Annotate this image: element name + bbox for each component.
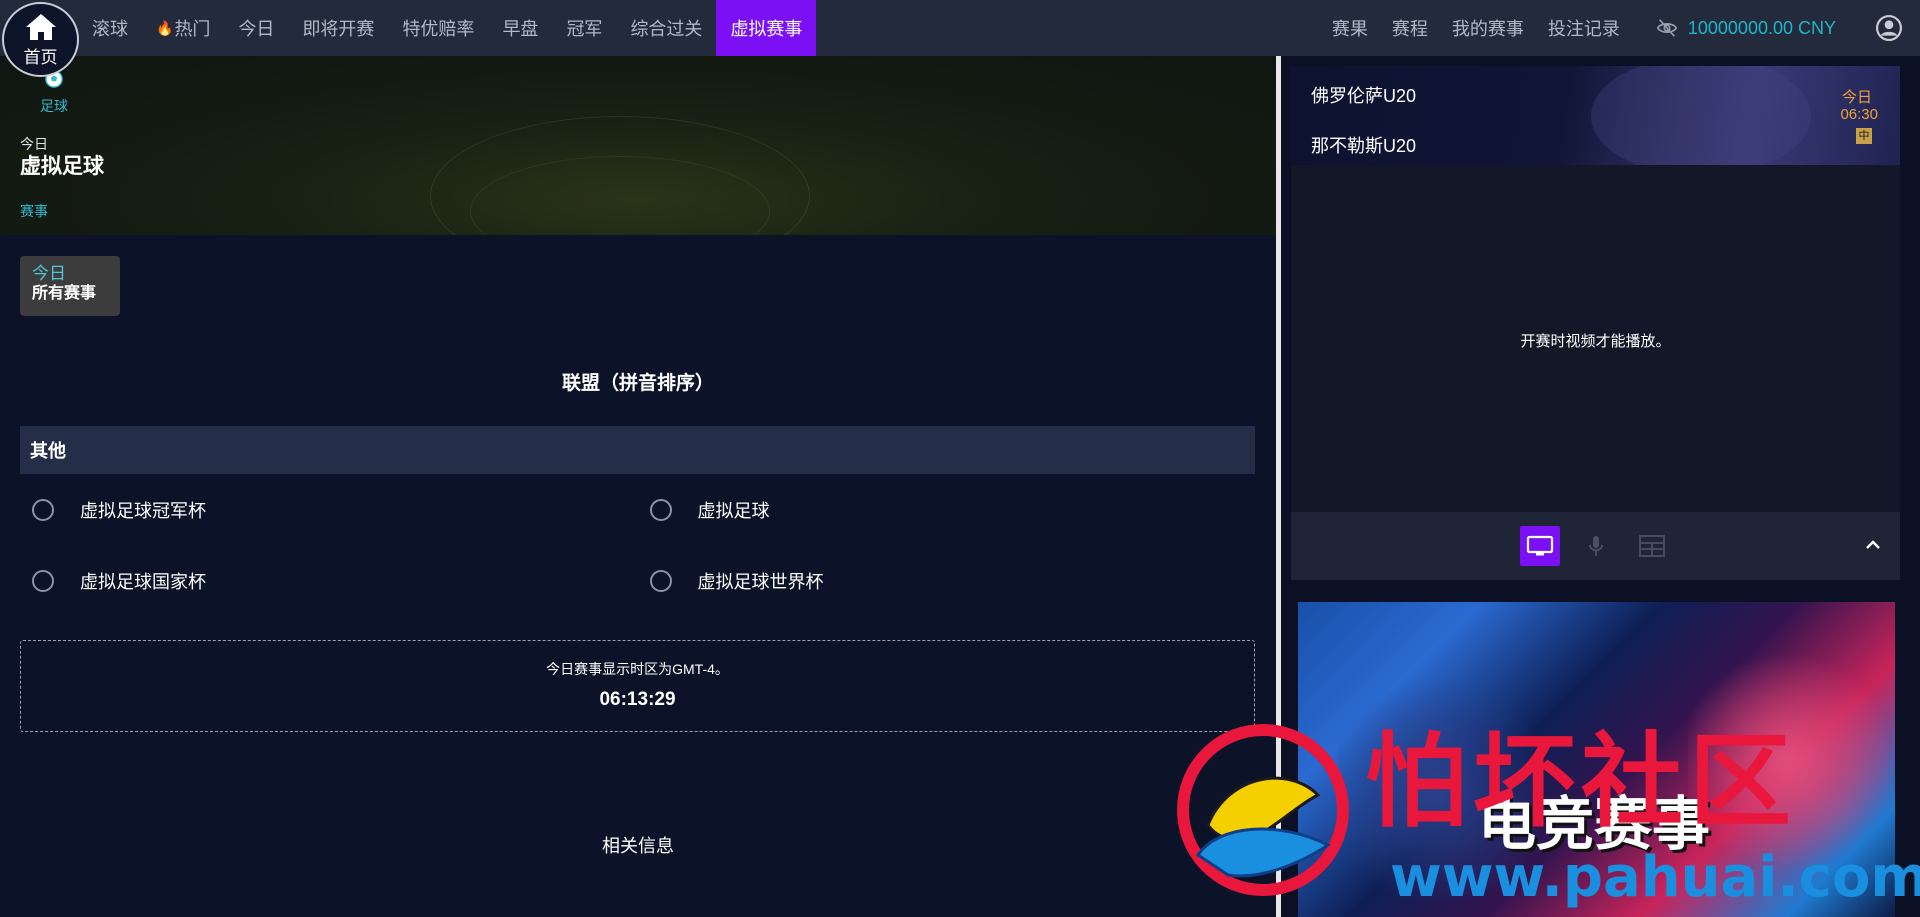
sport-tab-label: 足球 [40,98,68,114]
nav-label: 即将开赛 [302,19,375,39]
nav-label: 热门 [174,19,211,39]
current-time: 06:13:29 [599,689,676,710]
monitor-icon [1526,535,1553,556]
nav-item-hot[interactable]: 🔥 热门 [142,0,224,56]
filter-day: 今日 [32,264,66,283]
nav-label: 我的赛事 [1451,19,1524,39]
balance-display: 10000000.00 CNY [1687,17,1836,38]
nav-item-boosted-odds[interactable]: 特优赔率 [388,0,488,56]
chevron-up-icon[interactable] [1862,534,1884,556]
nav-item-live[interactable]: 滚球 [78,0,142,56]
events-link[interactable]: 赛事 [20,201,48,221]
promo-banner[interactable]: 电竞赛事 [1298,602,1895,917]
page-title: 虚拟足球 [20,155,104,178]
league-name: 虚拟足球世界杯 [697,571,824,592]
league-group-header[interactable]: 其他 [20,426,1255,474]
nav-left: 滚球 🔥 热门 今日 即将开赛 特优赔率 早盘 冠军 综合过关 虚拟赛事 [78,0,817,56]
nav-label: 投注记录 [1547,19,1620,39]
nav-label: 今日 [238,19,275,39]
nav-item-upcoming[interactable]: 即将开赛 [288,0,388,56]
league-name: 虚拟足球冠军杯 [80,500,206,521]
away-team: 那不勒斯U20 [1311,136,1417,156]
main-content: 足球 今日 虚拟足球 赛事 今日 所有赛事 联盟（拼音排序） 其他 虚拟足球冠军… [0,56,1276,917]
league-heading: 联盟（拼音排序） [561,373,714,394]
top-nav: 滚球 🔥 热门 今日 即将开赛 特优赔率 早盘 冠军 综合过关 虚拟赛事 赛果 赛… [0,0,1920,56]
nav-item-schedule[interactable]: 赛程 [1380,0,1440,56]
nav-item-outright[interactable]: 冠军 [552,0,616,56]
nav-item-my-events[interactable]: 我的赛事 [1440,0,1536,56]
league-group-name: 其他 [30,441,66,461]
league-item[interactable]: 虚拟足球 [638,474,1256,545]
side-panel: 佛罗伦萨U20 那不勒斯U20 今日 06:30 中 开赛时视频才能播放。 电竞… [1281,56,1920,917]
stats-view-button[interactable] [1632,526,1672,566]
nav-label: 冠军 [566,19,603,39]
league-name: 虚拟足球 [697,500,770,521]
league-radio[interactable] [32,569,54,592]
nav-label: 滚球 [92,19,128,39]
league-row: 虚拟足球国家杯 虚拟足球世界杯 [20,545,1255,616]
nav-label: 特优赔率 [402,19,475,39]
match-badge: 中 [1856,128,1872,144]
fire-icon: 🔥 [156,19,174,36]
nav-item-results[interactable]: 赛果 [1320,0,1380,56]
sport-tab-soccer[interactable]: 足球 [28,70,80,116]
nav-item-today[interactable]: 今日 [224,0,288,56]
nav-item-virtual[interactable]: 虚拟赛事 [716,0,817,56]
microphone-icon [1588,536,1603,556]
league-name: 虚拟足球国家杯 [80,571,206,592]
promo-title: 电竞赛事 [1478,790,1711,858]
featured-match-card[interactable]: 佛罗伦萨U20 那不勒斯U20 今日 06:30 中 [1291,66,1900,165]
user-avatar-icon[interactable] [1876,15,1902,41]
promo-art [1688,642,1888,882]
nav-label: 赛果 [1331,19,1368,39]
timezone-text: 今日赛事显示时区为GMT-4。 [546,661,729,677]
league-row: 虚拟足球冠军杯 虚拟足球 [20,474,1255,545]
home-button[interactable]: 首页 [2,2,79,77]
home-team: 佛罗伦萨U20 [1311,86,1417,106]
scoreboard-icon [1638,535,1665,557]
nav-label: 赛程 [1391,19,1428,39]
league-list: 虚拟足球冠军杯 虚拟足球 虚拟足球国家杯 虚拟足球世界杯 [20,474,1255,616]
video-controls [1291,512,1900,580]
match-day: 今日 [1841,89,1872,106]
sport-banner: 足球 今日 虚拟足球 赛事 [0,56,1276,235]
nav-label: 综合过关 [630,19,703,39]
nav-item-early[interactable]: 早盘 [488,0,552,56]
card-background-art [1591,66,1811,165]
filter-dropdown[interactable]: 今日 所有赛事 [20,256,120,316]
league-radio[interactable] [649,498,672,521]
league-item[interactable]: 虚拟足球世界杯 [638,545,1256,616]
nav-item-bet-history[interactable]: 投注记录 [1536,0,1632,56]
timezone-notice: 今日赛事显示时区为GMT-4。 06:13:29 [20,640,1255,732]
eye-slash-icon[interactable] [1656,17,1678,39]
nav-right: 赛果 赛程 我的赛事 投注记录 10000000.00 CNY [1320,0,1920,56]
nav-item-parlay[interactable]: 综合过关 [616,0,716,56]
related-info-heading: 相关信息 [602,836,674,856]
match-time: 06:30 [1840,106,1878,123]
league-item[interactable]: 虚拟足球国家杯 [20,545,638,616]
league-item[interactable]: 虚拟足球冠军杯 [20,474,638,545]
league-radio[interactable] [649,569,672,592]
nav-label: 虚拟赛事 [730,19,803,39]
video-view-button[interactable] [1519,526,1560,566]
video-unavailable-message: 开赛时视频才能播放。 [1520,333,1671,350]
home-icon [25,13,56,40]
filter-scope: 所有赛事 [32,285,97,302]
league-radio[interactable] [32,498,54,521]
nav-label: 早盘 [502,19,539,39]
audio-commentary-button[interactable] [1576,526,1616,566]
home-label: 首页 [23,47,58,67]
